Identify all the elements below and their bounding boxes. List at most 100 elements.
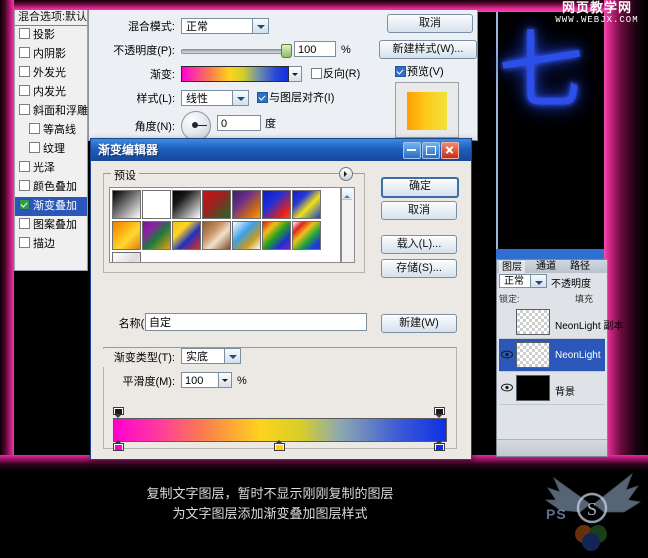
style-item-5[interactable]: 等高线 [15, 121, 87, 140]
gradient-preset-1[interactable] [142, 190, 171, 219]
gradient-name-input[interactable]: 自定 [145, 313, 367, 331]
blend-mode-select[interactable]: 正常 [181, 18, 269, 34]
gradient-presets-area[interactable] [109, 187, 341, 263]
style-preview-box [395, 82, 459, 138]
style-item-checkbox[interactable] [19, 180, 30, 191]
gradient-preset-7[interactable] [112, 221, 141, 250]
layers-lock-row[interactable]: 锁定: 填充 [497, 290, 607, 304]
presets-scrollbar[interactable] [341, 187, 355, 263]
layer-row-0[interactable]: NeonLight 副本 [499, 306, 623, 339]
style-item-checkbox[interactable] [29, 142, 40, 153]
opacity-input[interactable]: 100 [294, 41, 336, 57]
save-button[interactable]: 存储(S)... [381, 259, 457, 278]
panel-tab-1[interactable]: 通道 [533, 261, 559, 273]
reverse-label: 反向(R) [323, 68, 361, 80]
scroll-up-icon[interactable] [342, 188, 352, 200]
style-item-10[interactable]: 图案叠加 [15, 216, 87, 235]
style-item-4[interactable]: 斜面和浮雕 [15, 102, 88, 121]
chevron-down-icon[interactable] [530, 275, 546, 287]
style-item-11[interactable]: 描边 [15, 235, 87, 254]
layer-thumbnail[interactable] [516, 309, 550, 335]
gradient-picker-chevron-icon[interactable] [289, 66, 302, 82]
style-item-label: 等高线 [43, 124, 76, 136]
angle-input[interactable]: 0 [217, 115, 261, 131]
cancel-button-ge[interactable]: 取消 [381, 201, 457, 220]
gradient-strip-editor[interactable] [113, 407, 447, 453]
style-item-checkbox[interactable] [19, 28, 30, 39]
preview-checkbox[interactable] [395, 66, 406, 77]
load-button[interactable]: 载入(L)... [381, 235, 457, 254]
gradient-preset-2[interactable] [172, 190, 201, 219]
chevron-down-icon[interactable] [224, 349, 240, 363]
gradient-preset-6[interactable] [292, 190, 321, 219]
ok-button[interactable]: 确定 [381, 177, 459, 198]
gradient-preset-9[interactable] [172, 221, 201, 250]
style-item-8[interactable]: 颜色叠加 [15, 178, 87, 197]
color-stop-2[interactable] [434, 440, 445, 451]
style-item-2[interactable]: 外发光 [15, 64, 87, 83]
panel-tab-2[interactable]: 路径 [567, 261, 593, 273]
style-item-0[interactable]: 投影 [15, 26, 87, 45]
opacity-slider-knob[interactable] [281, 44, 292, 58]
style-item-checkbox[interactable] [29, 123, 40, 134]
align-with-layer-checkbox[interactable] [257, 92, 268, 103]
minimize-icon[interactable] [403, 142, 421, 159]
style-item-checkbox[interactable] [19, 237, 30, 248]
reverse-checkbox[interactable] [311, 68, 322, 79]
gradient-swatch[interactable] [181, 66, 289, 82]
style-item-checkbox[interactable] [19, 85, 30, 96]
new-style-button[interactable]: 新建样式(W)... [379, 40, 477, 59]
gradient-preset-10[interactable] [202, 221, 231, 250]
gradient-preset-14[interactable] [112, 252, 141, 262]
layers-blend-mode-select[interactable]: 正常 [499, 274, 547, 288]
style-item-checkbox[interactable] [19, 218, 30, 229]
color-stop-0[interactable] [113, 440, 124, 451]
layer-thumbnail[interactable] [516, 375, 550, 401]
chevron-down-icon[interactable] [232, 91, 248, 105]
close-icon[interactable] [441, 142, 459, 159]
layer-row-2[interactable]: 背景 [499, 372, 605, 405]
eye-icon[interactable] [501, 383, 513, 392]
gradient-preset-4[interactable] [232, 190, 261, 219]
gradient-preset-8[interactable] [142, 221, 171, 250]
style-item-checkbox[interactable] [19, 104, 30, 115]
smoothness-chevron-icon[interactable] [219, 372, 232, 388]
gradient-preset-12[interactable] [262, 221, 291, 250]
layers-panel-buttons[interactable] [497, 439, 607, 456]
chevron-down-icon[interactable] [252, 19, 268, 33]
gradient-preset-0[interactable] [112, 190, 141, 219]
eye-icon[interactable] [501, 350, 513, 359]
gradient-preset-3[interactable] [202, 190, 231, 219]
gradient-preset-5[interactable] [262, 190, 291, 219]
new-button[interactable]: 新建(W) [381, 314, 457, 333]
presets-menu-icon[interactable] [339, 167, 353, 181]
style-item-checkbox[interactable] [19, 47, 30, 58]
cancel-button[interactable]: 取消 [387, 14, 473, 33]
style-item-1[interactable]: 内阴影 [15, 45, 87, 64]
layer-style-list[interactable]: 混合选项:默认 投影 内阴影 外发光 内发光 斜面和浮雕等高线纹理 光泽 颜色叠加 渐变叠加图… [14, 10, 88, 271]
opacity-slider-track[interactable] [181, 49, 291, 54]
maximize-icon[interactable] [422, 142, 440, 159]
panel-tabs[interactable]: 图层 通道 路径 [497, 260, 607, 274]
style-item-checkbox[interactable] [19, 66, 30, 77]
style-item-7[interactable]: 光泽 [15, 159, 87, 178]
style-item-3[interactable]: 内发光 [15, 83, 87, 102]
opacity-stop-1[interactable] [434, 407, 445, 418]
gradient-style-select[interactable]: 线性 [181, 90, 249, 106]
gradient-preset-11[interactable] [232, 221, 261, 250]
gradient-preset-13[interactable] [292, 221, 321, 250]
smoothness-input[interactable]: 100 [181, 372, 219, 388]
layer-row-1[interactable]: NeonLight [499, 339, 605, 372]
color-stop-1[interactable] [273, 440, 285, 451]
angle-dial[interactable] [181, 111, 211, 141]
gradient-type-select[interactable]: 实底 [181, 348, 241, 364]
layer-thumbnail[interactable] [516, 342, 550, 368]
style-item-6[interactable]: 纹理 [15, 140, 87, 159]
gradient-strip[interactable] [113, 418, 447, 442]
style-item-checkbox[interactable] [19, 199, 30, 210]
style-item-9[interactable]: 渐变叠加 [15, 197, 87, 216]
blending-options-header[interactable]: 混合选项:默认 [15, 10, 87, 26]
opacity-stop-0[interactable] [113, 407, 124, 418]
style-item-checkbox[interactable] [19, 161, 30, 172]
caption-block: 复制文字图层，暂时不显示刚刚复制的图层 为文字图层添加渐变叠加图层样式 [0, 484, 540, 524]
